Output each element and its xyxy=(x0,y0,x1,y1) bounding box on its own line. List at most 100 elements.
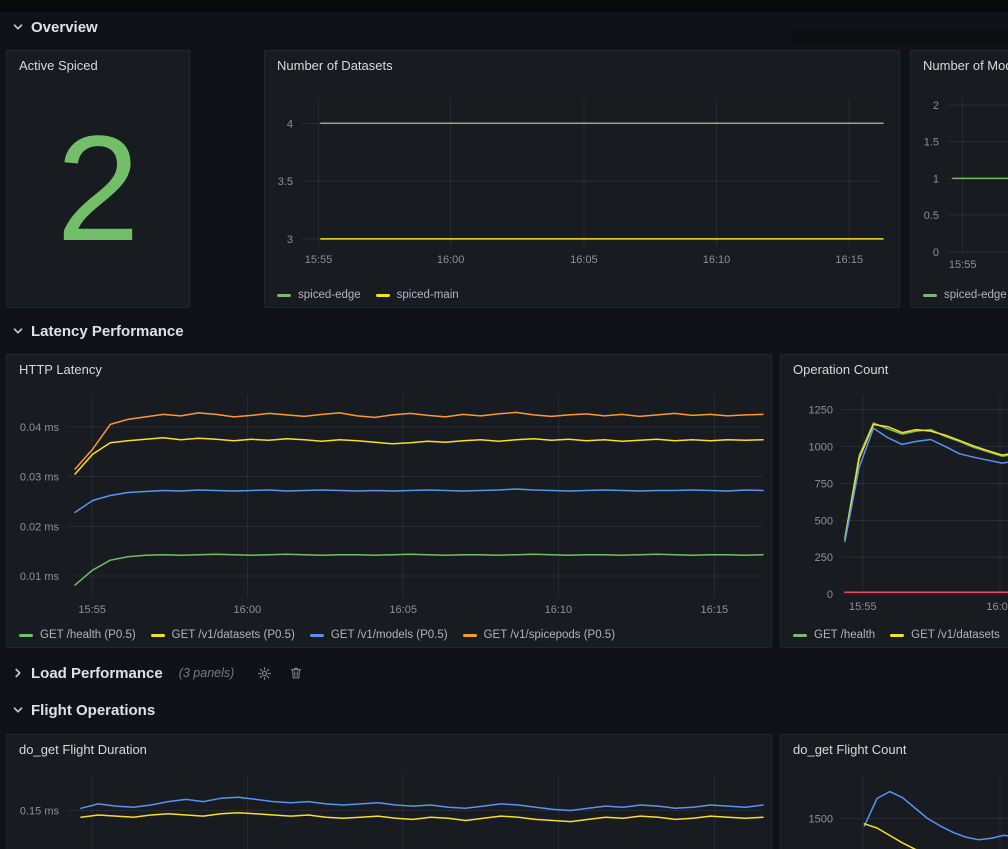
svg-text:1000: 1000 xyxy=(809,442,833,454)
panel-http-latency: HTTP Latency 0.01 ms 0.02 ms 0.03 ms 0.04 m… xyxy=(6,354,772,648)
section-label: Overview xyxy=(31,19,98,36)
svg-text:0.04 ms: 0.04 ms xyxy=(20,422,60,434)
svg-text:16:10: 16:10 xyxy=(545,604,573,616)
http_latency-plot: 0.01 ms 0.02 ms 0.03 ms 0.04 ms 15:55 16:00 16… xyxy=(7,383,771,647)
panel-active-spiced: Active Spiced 2 xyxy=(6,50,190,308)
gear-icon[interactable] xyxy=(256,665,272,681)
legend-swatch xyxy=(890,634,904,637)
svg-text:1500: 1500 xyxy=(809,814,833,826)
svg-text:16:05: 16:05 xyxy=(570,254,598,266)
section-header-overview[interactable]: Overview xyxy=(10,16,98,38)
svg-text:0.5: 0.5 xyxy=(924,210,939,222)
flight-count-chart[interactable]: 1500 xyxy=(781,763,1008,849)
section-label: Latency Performance xyxy=(31,323,184,340)
legend-swatch xyxy=(376,294,390,297)
chevron-down-icon xyxy=(10,20,25,35)
panel-operation-count: Operation Count 02505007501000125015:551… xyxy=(780,354,1008,648)
legend-item[interactable]: spiced-edge xyxy=(277,289,361,301)
grafana-dashboard: Overview Active Spiced 2 Number of Datas… xyxy=(0,0,1008,849)
flight_duration-plot: 0.15 ms xyxy=(7,763,771,849)
panel-title[interactable]: do_get Flight Count xyxy=(793,742,906,757)
legend-label: GET /health xyxy=(814,629,875,641)
svg-text:250: 250 xyxy=(815,552,833,564)
legend-swatch xyxy=(923,294,937,297)
panel-flight-duration: do_get Flight Duration 0.15 ms xyxy=(6,734,772,849)
svg-text:16:00: 16:00 xyxy=(437,254,465,266)
panel-title[interactable]: do_get Flight Duration xyxy=(19,742,147,757)
toolbar-strip xyxy=(792,30,1008,44)
flight-duration-chart[interactable]: 0.15 ms xyxy=(7,763,771,849)
http-latency-chart[interactable]: 0.01 ms 0.02 ms 0.03 ms 0.04 ms 15:55 16:00 16… xyxy=(7,383,771,647)
svg-text:1.5: 1.5 xyxy=(924,137,939,149)
legend-label: spiced-edge xyxy=(298,289,361,301)
legend-label: spiced-edge xyxy=(944,289,1007,301)
legend-swatch xyxy=(19,634,33,637)
chevron-right-icon xyxy=(10,666,25,681)
svg-text:0.02 ms: 0.02 ms xyxy=(20,521,60,533)
legend: spiced-edge spiced-main xyxy=(277,289,895,301)
svg-text:1: 1 xyxy=(933,173,939,185)
legend-item[interactable]: GET /v1/models (P0.5) xyxy=(310,629,448,641)
flight_count-plot: 1500 xyxy=(781,763,1008,849)
stat-value: 2 xyxy=(7,69,189,307)
svg-text:0: 0 xyxy=(827,589,833,601)
panel-title[interactable]: Active Spiced xyxy=(19,58,98,73)
trash-icon[interactable] xyxy=(288,665,304,681)
legend: GET /health GET /v1/datasets xyxy=(793,629,1008,641)
datasets-plot: 33.5415:5516:0016:0516:1016:15 xyxy=(265,79,899,307)
datasets-chart[interactable]: 33.5415:5516:0016:0516:1016:15 xyxy=(265,79,899,307)
panel-title[interactable]: Number of Models xyxy=(923,58,1008,73)
panel-title[interactable]: HTTP Latency xyxy=(19,362,102,377)
legend-label: GET /v1/datasets xyxy=(911,629,1000,641)
legend-swatch xyxy=(151,634,165,637)
panel-count-note: (3 panels) xyxy=(179,666,235,680)
panel-flight-count: do_get Flight Count 1500 xyxy=(780,734,1008,849)
chevron-down-icon xyxy=(10,324,25,339)
legend-item[interactable]: GET /health xyxy=(793,629,875,641)
legend: GET /health (P0.5) GET /v1/datasets (P0.5… xyxy=(19,629,767,641)
panel-title[interactable]: Operation Count xyxy=(793,362,888,377)
svg-text:3: 3 xyxy=(287,234,293,246)
legend-item[interactable]: GET /v1/spicepods (P0.5) xyxy=(463,629,615,641)
chevron-down-icon xyxy=(10,703,25,718)
legend-item[interactable]: spiced-edge xyxy=(923,289,1007,301)
svg-text:16:00: 16:00 xyxy=(234,604,262,616)
operation-count-chart[interactable]: 02505007501000125015:5516:00 xyxy=(781,383,1008,647)
svg-text:16:15: 16:15 xyxy=(835,254,863,266)
section-header-load-performance[interactable]: Load Performance (3 panels) xyxy=(10,662,304,684)
legend-label: GET /v1/models (P0.5) xyxy=(331,629,448,641)
svg-text:0.03 ms: 0.03 ms xyxy=(20,472,60,484)
svg-text:0.01 ms: 0.01 ms xyxy=(20,571,60,583)
legend-swatch xyxy=(277,294,291,297)
svg-text:1250: 1250 xyxy=(809,405,833,417)
legend-label: GET /v1/datasets (P0.5) xyxy=(172,629,295,641)
legend-label: spiced-main xyxy=(397,289,459,301)
legend-label: GET /health (P0.5) xyxy=(40,629,136,641)
svg-text:16:05: 16:05 xyxy=(389,604,417,616)
legend-swatch xyxy=(793,634,807,637)
legend-item[interactable]: GET /health (P0.5) xyxy=(19,629,136,641)
legend-swatch xyxy=(463,634,477,637)
legend-item[interactable]: GET /v1/datasets xyxy=(890,629,1000,641)
svg-text:16:10: 16:10 xyxy=(703,254,731,266)
section-label: Flight Operations xyxy=(31,702,155,719)
models-chart[interactable]: 00.511.5215:55 xyxy=(911,79,1008,307)
svg-text:0: 0 xyxy=(933,247,939,259)
svg-text:15:55: 15:55 xyxy=(78,604,106,616)
svg-text:16:15: 16:15 xyxy=(701,604,729,616)
legend-item[interactable]: GET /v1/datasets (P0.5) xyxy=(151,629,295,641)
section-header-latency-performance[interactable]: Latency Performance xyxy=(10,320,184,342)
legend-item[interactable]: spiced-main xyxy=(376,289,459,301)
legend: spiced-edge xyxy=(923,289,1008,301)
svg-text:750: 750 xyxy=(815,478,833,490)
svg-text:15:55: 15:55 xyxy=(305,254,333,266)
operation_count-plot: 02505007501000125015:5516:00 xyxy=(781,383,1008,647)
panel-number-of-models: Number of Models 00.511.5215:55 spiced-e… xyxy=(910,50,1008,308)
legend-swatch xyxy=(310,634,324,637)
legend-label: GET /v1/spicepods (P0.5) xyxy=(484,629,615,641)
window-top-strip xyxy=(0,0,1008,12)
svg-text:15:55: 15:55 xyxy=(949,259,977,271)
panel-title[interactable]: Number of Datasets xyxy=(277,58,393,73)
svg-text:3.5: 3.5 xyxy=(278,176,293,188)
section-header-flight-operations[interactable]: Flight Operations xyxy=(10,699,155,721)
